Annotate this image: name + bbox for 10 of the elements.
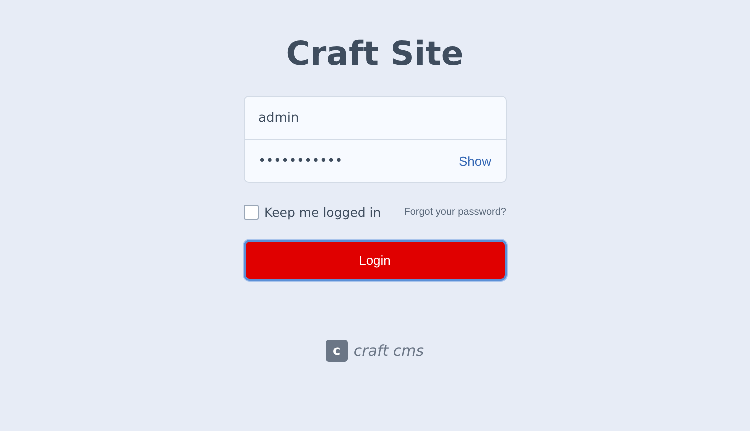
login-button[interactable]: Login xyxy=(244,240,506,281)
site-title: Craft Site xyxy=(286,34,464,74)
username-field[interactable]: admin xyxy=(258,110,492,126)
remember-checkbox[interactable] xyxy=(244,205,258,220)
forgot-password-link[interactable]: Forgot your password? xyxy=(404,207,506,218)
password-field[interactable]: ••••••••••• xyxy=(258,154,459,168)
show-password-button[interactable]: Show xyxy=(458,154,492,168)
logo-text: craft cms xyxy=(354,342,424,360)
logo-mark: c xyxy=(326,340,348,362)
remember-label: Keep me logged in xyxy=(264,205,382,220)
